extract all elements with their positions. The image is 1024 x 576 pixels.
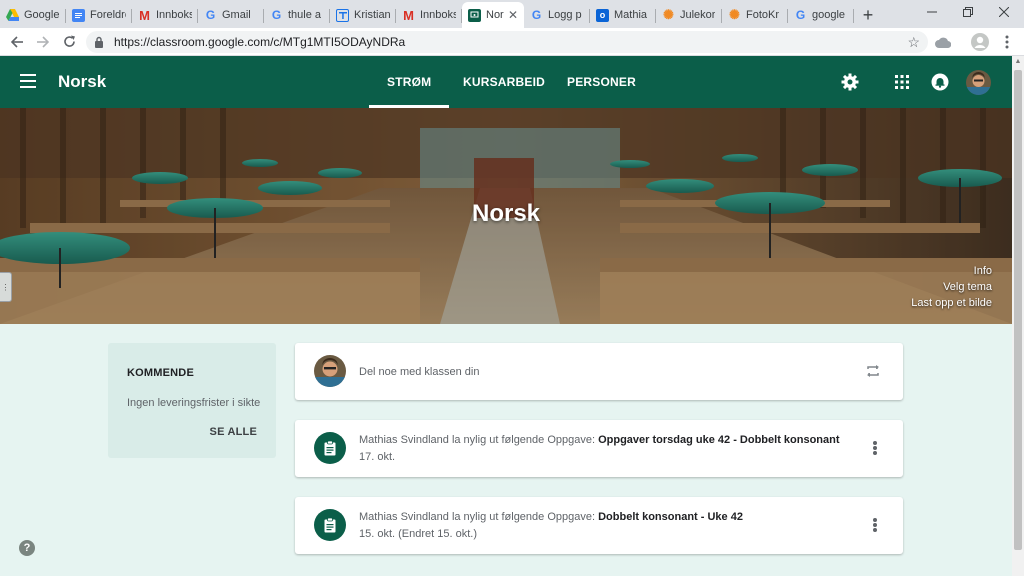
- upcoming-title: KOMMENDE: [127, 367, 194, 379]
- settings-gear-icon[interactable]: [840, 72, 860, 92]
- upcoming-empty-text: Ingen leveringsfrister i sikte: [127, 397, 261, 409]
- tab-people[interactable]: PERSONER: [567, 56, 636, 108]
- address-bar[interactable]: https://classroom.google.com/c/MTg1MTI5O…: [86, 31, 928, 53]
- tab-title: google: [812, 9, 846, 21]
- orange-flower-icon: ✺: [663, 7, 674, 22]
- browser-tab-strip: Google Foreldre M Innboks G Gmail Gthule a…: [0, 0, 1024, 28]
- url-text: https://classroom.google.com/c/MTg1MTI5O…: [114, 35, 406, 49]
- browser-tab[interactable]: Ggoogle: [788, 2, 854, 28]
- browser-menu-icon[interactable]: [994, 30, 1020, 54]
- browser-tab[interactable]: Kristian: [330, 2, 396, 28]
- reload-icon[interactable]: [56, 29, 82, 55]
- scrollbar-thumb[interactable]: [1014, 70, 1022, 550]
- forward-arrow-icon[interactable]: [30, 29, 56, 55]
- help-icon[interactable]: ?: [19, 540, 35, 556]
- close-tab-icon[interactable]: ✕: [508, 8, 518, 22]
- more-options-icon[interactable]: [873, 441, 877, 455]
- post-date: 17. okt.: [359, 451, 396, 463]
- tab-title: Nor: [486, 9, 504, 21]
- google-g-icon: G: [205, 8, 216, 22]
- browser-tab[interactable]: M Innboks: [132, 2, 198, 28]
- upload-photo-link[interactable]: Last opp et bilde: [911, 297, 992, 309]
- class-title[interactable]: Norsk: [58, 72, 106, 92]
- tab-title: Kristian: [354, 9, 390, 21]
- tab-title: Foreldre: [90, 9, 126, 21]
- tab-title: Innboks: [156, 9, 192, 21]
- google-g-icon: G: [795, 8, 806, 22]
- lock-icon: [94, 36, 106, 48]
- select-theme-link[interactable]: Velg tema: [943, 281, 992, 293]
- class-info-link[interactable]: Info: [974, 265, 992, 277]
- restore-icon[interactable]: [950, 0, 986, 24]
- google-drive-icon: [6, 9, 19, 22]
- browser-tab[interactable]: ✺ Julekor: [656, 2, 722, 28]
- back-arrow-icon[interactable]: [4, 29, 30, 55]
- reuse-post-icon[interactable]: [865, 363, 881, 379]
- post-prefix: Mathias Svindland la nylig ut følgende O…: [359, 511, 599, 523]
- browser-tab[interactable]: M Innboks: [396, 2, 462, 28]
- browser-tab[interactable]: G Logg p: [524, 2, 590, 28]
- post-assignment-title[interactable]: Oppgaver torsdag uke 42 - Dobbelt konson…: [598, 434, 839, 446]
- stream-post[interactable]: Mathias Svindland la nylig ut følgende O…: [295, 497, 903, 554]
- browser-tab[interactable]: ✺ FotoKr: [722, 2, 788, 28]
- tab-title: Gmail: [222, 9, 251, 21]
- browser-tab[interactable]: Foreldre: [66, 2, 132, 28]
- banner-class-title: Norsk: [471, 200, 541, 227]
- notifications-bell-icon[interactable]: [930, 72, 950, 92]
- tab-stream[interactable]: STRØM: [368, 56, 450, 108]
- profile-icon[interactable]: [967, 30, 993, 54]
- stream-post[interactable]: Mathias Svindland la nylig ut følgende O…: [295, 420, 903, 477]
- browser-tab[interactable]: o Mathia: [590, 2, 656, 28]
- tab-title: Logg p: [548, 9, 582, 21]
- tab-title: Google: [24, 9, 60, 21]
- upcoming-panel: KOMMENDE Ingen leveringsfrister i sikte …: [108, 343, 276, 458]
- google-g-icon: G: [271, 8, 282, 22]
- post-assignment-title[interactable]: Dobbelt konsonant - Uke 42: [598, 511, 743, 523]
- minimize-icon[interactable]: [914, 0, 950, 24]
- user-avatar[interactable]: [966, 70, 991, 95]
- tab-title: FotoKr: [746, 9, 780, 21]
- post-prefix: Mathias Svindland la nylig ut følgende O…: [359, 434, 599, 446]
- share-input-placeholder[interactable]: Del noe med klassen din: [359, 366, 479, 378]
- scroll-up-arrow-icon[interactable]: ▲: [1012, 56, 1024, 68]
- assignment-icon: [314, 432, 346, 464]
- google-forms-icon: [336, 8, 349, 22]
- share-with-class-box[interactable]: Del noe med klassen din: [295, 343, 903, 400]
- assignment-icon: [314, 509, 346, 541]
- close-window-icon[interactable]: [986, 0, 1022, 24]
- outlook-icon: o: [596, 8, 609, 22]
- classroom-icon: [468, 8, 481, 22]
- google-docs-icon: [72, 8, 85, 22]
- orange-flower-icon: ✺: [729, 7, 740, 22]
- post-text: Mathias Svindland la nylig ut følgende O…: [359, 511, 743, 523]
- post-date: 15. okt. (Endret 15. okt.): [359, 528, 478, 540]
- gmail-icon: M: [403, 7, 414, 23]
- google-g-icon: G: [531, 8, 542, 22]
- browser-tab[interactable]: Google: [0, 2, 66, 28]
- browser-tab[interactable]: G Gmail: [198, 2, 264, 28]
- extension-cloud-icon[interactable]: [930, 30, 956, 54]
- browser-toolbar: https://classroom.google.com/c/MTg1MTI5O…: [0, 28, 1024, 56]
- classroom-header: Norsk STRØM KURSARBEID PERSONER: [0, 56, 1012, 108]
- apps-grid-icon[interactable]: [892, 72, 912, 92]
- post-text: Mathias Svindland la nylig ut følgende O…: [359, 434, 840, 446]
- gmail-icon: M: [139, 7, 150, 23]
- tab-title: Mathia: [614, 9, 648, 21]
- browser-tab[interactable]: Gthule a: [264, 2, 330, 28]
- browser-tab-active[interactable]: Nor ✕: [462, 2, 524, 28]
- tab-title: thule a: [288, 9, 322, 21]
- bookmark-star-icon[interactable]: ☆: [907, 34, 920, 51]
- tab-title: Julekor: [680, 9, 716, 21]
- side-panel-handle[interactable]: ⋮: [0, 272, 12, 302]
- main-menu-icon[interactable]: [20, 74, 36, 88]
- more-options-icon[interactable]: [873, 518, 877, 532]
- tab-classwork[interactable]: KURSARBEID: [463, 56, 545, 108]
- page-scrollbar[interactable]: ▲: [1012, 56, 1024, 576]
- new-tab-button[interactable]: +: [854, 2, 882, 28]
- user-avatar: [314, 355, 346, 387]
- class-banner: Norsk Info Velg tema Last opp et bilde: [0, 108, 1012, 324]
- see-all-link[interactable]: SE ALLE: [210, 426, 257, 438]
- tab-title: Innboks: [420, 9, 456, 21]
